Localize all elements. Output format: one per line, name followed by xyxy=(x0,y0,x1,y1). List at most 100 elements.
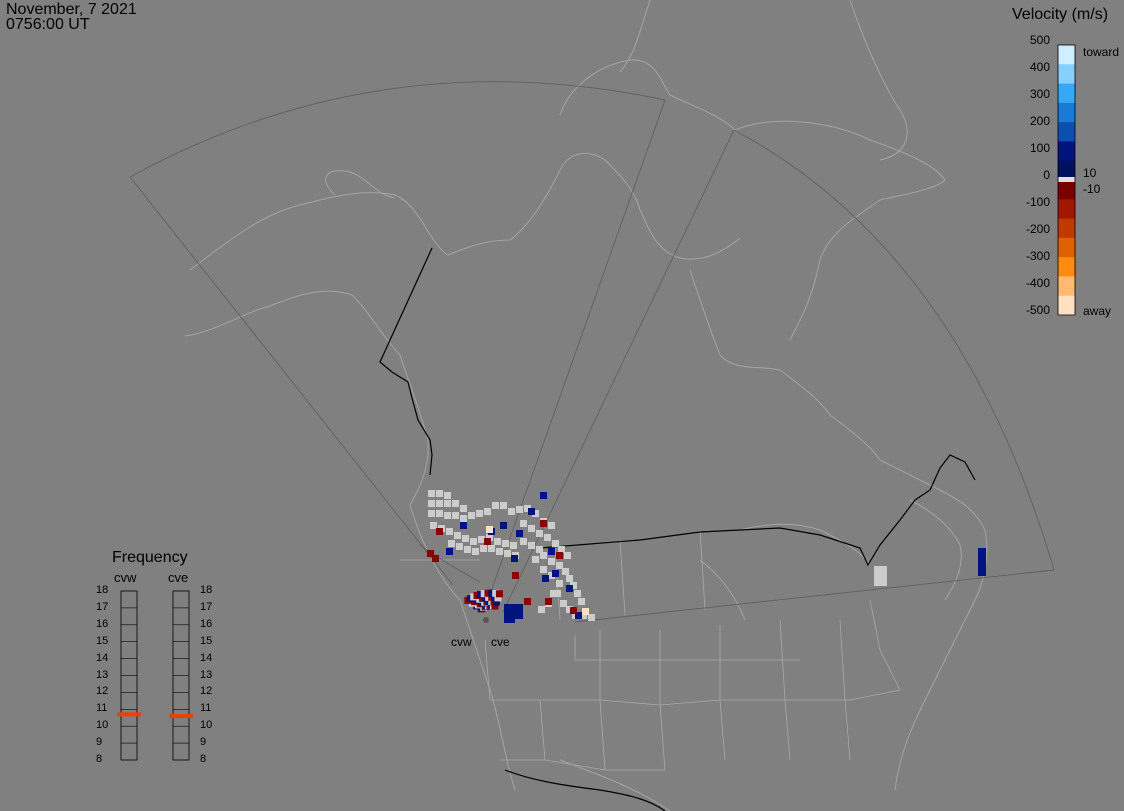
freq-tick-label: 17 xyxy=(96,600,109,613)
scatter-cell xyxy=(548,522,555,529)
scatter-cell xyxy=(570,607,577,614)
colorbar-tick-label: -100 xyxy=(1025,195,1050,209)
freq-radar-label-cvw: cvw xyxy=(114,570,137,585)
scatter-cell xyxy=(488,545,495,552)
scatter-cell xyxy=(448,540,455,547)
colorbar-tick-label: -300 xyxy=(1025,249,1050,263)
scatter-cell xyxy=(454,532,461,539)
radar-fov xyxy=(129,81,1055,623)
scatter-cell xyxy=(874,566,887,586)
scatter-cell xyxy=(978,548,986,576)
scatter-cell xyxy=(502,540,509,547)
scatter-cell xyxy=(552,540,559,547)
scatter-cell xyxy=(516,612,523,619)
freq-tick-label: 8 xyxy=(200,753,207,765)
scatter-cell xyxy=(462,535,469,542)
freq-tick-label: 17 xyxy=(200,600,213,613)
colorbar-tick-label: 300 xyxy=(1029,87,1050,101)
scatter-cell xyxy=(460,515,467,522)
freq-tick-label: 9 xyxy=(200,736,207,749)
scatter-cell xyxy=(472,548,479,555)
freq-tick-label: 15 xyxy=(200,634,213,647)
away-label: away xyxy=(1083,304,1112,318)
freq-tick-label: 12 xyxy=(96,685,109,698)
scatter-cell xyxy=(528,508,535,515)
scatter-cell xyxy=(588,614,595,621)
scatter-cell xyxy=(476,510,483,517)
freq-tick-label: 15 xyxy=(96,634,109,647)
freq-marker xyxy=(117,712,141,717)
colorbar-swatch xyxy=(1058,276,1075,297)
scatter-cell xyxy=(578,598,585,605)
radar-map xyxy=(117,0,1076,811)
scatter-cell xyxy=(508,508,515,515)
scatter-cell xyxy=(520,538,527,545)
scatter-cell xyxy=(564,552,571,559)
scatter-cell xyxy=(495,590,503,598)
scatter-cell xyxy=(562,568,569,575)
scatter-cell xyxy=(520,520,527,527)
colorbar-swatch xyxy=(1058,180,1075,200)
scatter-cell xyxy=(500,522,507,529)
scatter-cell xyxy=(556,552,563,559)
scatter-cell xyxy=(484,538,491,545)
scatter-cell xyxy=(532,556,539,563)
colorbar-tick-label: -500 xyxy=(1025,303,1050,317)
scatter-cell xyxy=(432,555,439,562)
colorbar-tick-label: 100 xyxy=(1029,141,1050,155)
scatter-cell xyxy=(444,512,451,519)
scatter-cell xyxy=(468,512,475,519)
scatter-cell xyxy=(536,546,543,553)
scatter-cell xyxy=(504,550,511,557)
scatter-cell xyxy=(452,500,459,507)
colorbar-tick-label: 500 xyxy=(1029,33,1050,47)
colorbar-swatch xyxy=(1058,199,1075,220)
scatter-cell xyxy=(508,616,515,623)
scatter-cell xyxy=(444,492,451,499)
state-borders xyxy=(400,529,901,771)
scatter-cell xyxy=(446,528,453,535)
scatter-cell xyxy=(510,542,517,549)
colorbar-tick-label: 400 xyxy=(1029,60,1050,74)
frequency-title: Frequency xyxy=(112,549,188,566)
international-border xyxy=(379,247,976,811)
scatter-cell xyxy=(480,545,487,552)
scatter-cell xyxy=(484,508,491,515)
freq-tick-label: 18 xyxy=(200,584,213,596)
freq-tick-label: 13 xyxy=(96,668,109,681)
scatter-cell xyxy=(548,548,555,555)
scatter-cell xyxy=(540,520,547,527)
scatter-cell xyxy=(428,490,435,497)
scatter-cell xyxy=(516,530,523,537)
colorbar-swatch xyxy=(1058,218,1075,239)
scatter-cell xyxy=(436,490,443,497)
near-zero-pos-label: 10 xyxy=(1083,166,1097,180)
scatter-cell xyxy=(516,506,523,513)
freq-tick-label: 16 xyxy=(96,617,109,630)
scatter-cell xyxy=(470,538,477,545)
scatter-cell xyxy=(436,500,443,507)
scatter-cell xyxy=(486,526,493,533)
scatter-cell xyxy=(556,580,563,587)
scatter-cell xyxy=(428,500,435,507)
scatter-cell xyxy=(460,505,467,512)
scatter-cell xyxy=(540,566,547,573)
colorbar-zero-band xyxy=(1058,177,1075,182)
scatter-cell xyxy=(428,510,435,517)
near-zero-neg-label: -10 xyxy=(1083,182,1101,196)
freq-tick-label: 12 xyxy=(200,685,213,698)
freq-tick-label: 16 xyxy=(200,617,213,630)
scatter-cell xyxy=(444,500,451,507)
scatter-cell xyxy=(582,608,589,615)
freq-tick-label: 13 xyxy=(200,668,213,681)
scatter-cell xyxy=(574,590,581,597)
freq-tick-label: 10 xyxy=(96,719,109,732)
freq-tick-label: 9 xyxy=(96,736,103,749)
scatter-cell xyxy=(536,530,543,537)
scatter-cell xyxy=(528,525,535,532)
freq-tick-label: 14 xyxy=(96,651,109,664)
scatter-cell xyxy=(456,543,463,550)
scatter-cell xyxy=(542,575,549,582)
freq-tick-label: 8 xyxy=(96,753,103,765)
colorbar-swatch xyxy=(1058,64,1075,85)
